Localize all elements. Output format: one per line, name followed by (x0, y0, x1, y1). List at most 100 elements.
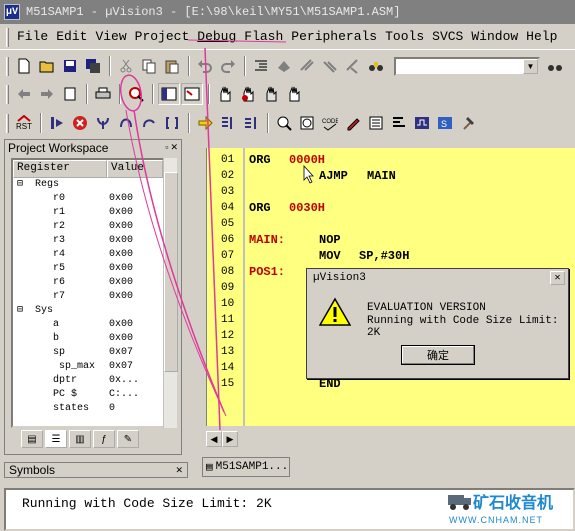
indent-button[interactable] (250, 55, 272, 77)
column-value[interactable]: Value (107, 160, 163, 178)
step-into-button[interactable] (92, 112, 114, 134)
tree-group-sys[interactable]: ⊟ Sys (13, 304, 163, 318)
toolbar-grip[interactable] (6, 84, 9, 104)
register-row[interactable]: a 0x00 (13, 318, 163, 332)
stop-button[interactable] (69, 112, 91, 134)
register-value[interactable]: 0x00 (109, 206, 133, 220)
menu-debug[interactable]: Debug (193, 27, 240, 47)
workspace-toggle-button[interactable] (158, 83, 180, 105)
menu-svcs[interactable]: SVCS (428, 27, 467, 47)
register-row[interactable]: r0 0x00 (13, 192, 163, 206)
step-over-button[interactable] (115, 112, 137, 134)
column-register[interactable]: Register (13, 160, 107, 178)
page-button[interactable] (59, 83, 81, 105)
register-row[interactable]: r1 0x00 (13, 206, 163, 220)
trace-button[interactable] (217, 112, 239, 134)
ok-button[interactable]: 确定 (401, 345, 475, 365)
watch-button[interactable] (296, 112, 318, 134)
register-row[interactable]: r6 0x00 (13, 276, 163, 290)
register-row[interactable]: r4 0x00 (13, 248, 163, 262)
forward-button[interactable] (36, 83, 58, 105)
scroll-left-icon[interactable]: ◀ (206, 431, 222, 447)
find-in-files-button[interactable] (544, 55, 566, 77)
save-button[interactable] (59, 55, 81, 77)
copy-button[interactable] (138, 55, 160, 77)
hand-button-4[interactable] (283, 83, 305, 105)
menu-tools[interactable]: Tools (381, 27, 428, 47)
tab-templates[interactable]: ✎ (117, 430, 139, 448)
register-row[interactable]: sp 0x07 (13, 346, 163, 360)
serial-window-button[interactable]: S (434, 112, 456, 134)
register-value[interactable]: 0x00 (109, 332, 133, 346)
register-row[interactable]: r2 0x00 (13, 220, 163, 234)
menu-window[interactable]: Window (467, 27, 522, 47)
register-value[interactable]: 0x00 (109, 234, 133, 248)
register-value[interactable]: 0x00 (109, 248, 133, 262)
cut-button[interactable] (115, 55, 137, 77)
tree-group-regs[interactable]: ⊟ Regs (13, 178, 163, 192)
register-value[interactable]: 0 (109, 402, 115, 416)
hand-button-3[interactable] (260, 83, 282, 105)
tab-registers[interactable]: ☰ (45, 430, 67, 448)
clear-bookmarks-button[interactable] (342, 55, 364, 77)
disassembly-button[interactable] (273, 112, 295, 134)
register-row[interactable]: r3 0x00 (13, 234, 163, 248)
menu-project[interactable]: Project (131, 27, 194, 47)
run-button[interactable] (46, 112, 68, 134)
open-file-button[interactable] (36, 55, 58, 77)
toolbox-button[interactable] (457, 112, 479, 134)
chevron-down-icon[interactable]: ▼ (523, 58, 538, 74)
close-icon[interactable]: ✕ (175, 465, 183, 476)
register-value[interactable]: 0x00 (109, 262, 133, 276)
next-bookmark-button[interactable] (296, 55, 318, 77)
paste-button[interactable] (161, 55, 183, 77)
performance-button[interactable] (388, 112, 410, 134)
show-next-statement-button[interactable] (194, 112, 216, 134)
register-value[interactable]: 0x00 (109, 276, 133, 290)
register-value[interactable]: 0x00 (109, 220, 133, 234)
register-row[interactable]: dptr 0x... (13, 374, 163, 388)
register-value[interactable]: 0x00 (109, 318, 133, 332)
menu-view[interactable]: View (91, 27, 130, 47)
undo-button[interactable] (194, 55, 216, 77)
prev-bookmark-button[interactable] (319, 55, 341, 77)
menu-help[interactable]: Help (522, 27, 561, 47)
collapse-icon[interactable]: ⊟ (17, 178, 23, 192)
tab-functions[interactable]: ƒ (93, 430, 115, 448)
menu-grip[interactable] (6, 27, 9, 47)
find-button[interactable] (365, 55, 387, 77)
reset-button[interactable]: RST (13, 112, 35, 134)
file-tab[interactable]: ▤ M51SAMP1... (202, 457, 290, 477)
menu-file[interactable]: File (13, 27, 52, 47)
scrollbar-thumb[interactable] (164, 172, 178, 372)
register-row[interactable]: sp_max 0x07 (13, 360, 163, 374)
redo-button[interactable] (217, 55, 239, 77)
menu-peripherals[interactable]: Peripherals (287, 27, 381, 47)
memory-button[interactable] (365, 112, 387, 134)
workspace-vertical-scrollbar[interactable] (163, 158, 178, 428)
hand-button-2[interactable] (237, 83, 259, 105)
new-file-button[interactable] (13, 55, 35, 77)
register-value[interactable]: 0x00 (109, 290, 133, 304)
register-row[interactable]: b 0x00 (13, 332, 163, 346)
menu-flash[interactable]: Flash (240, 27, 287, 47)
output-toggle-button[interactable] (181, 83, 203, 105)
menu-edit[interactable]: Edit (52, 27, 91, 47)
tab-books[interactable]: ▥ (69, 430, 91, 448)
register-value[interactable]: 0x07 (109, 346, 133, 360)
hand-button-1[interactable] (214, 83, 236, 105)
register-row[interactable]: r7 0x00 (13, 290, 163, 304)
logic-analyzer-button[interactable] (411, 112, 433, 134)
register-value[interactable]: 0x07 (109, 360, 133, 374)
close-icon[interactable]: ✕ (550, 271, 565, 285)
editor-horizontal-scrollbar[interactable]: ◀ ▶ (206, 430, 575, 448)
code-coverage-button[interactable]: CODE (319, 112, 341, 134)
collapse-icon[interactable]: ⊟ (17, 304, 23, 318)
register-row[interactable]: PC $ C:... (13, 388, 163, 402)
edit-button[interactable] (342, 112, 364, 134)
bookmark-button[interactable] (273, 55, 295, 77)
find-combo[interactable]: ▼ (394, 56, 540, 76)
debug-session-button[interactable] (125, 83, 147, 105)
tab-files[interactable]: ▤ (21, 430, 43, 448)
register-row[interactable]: r5 0x00 (13, 262, 163, 276)
